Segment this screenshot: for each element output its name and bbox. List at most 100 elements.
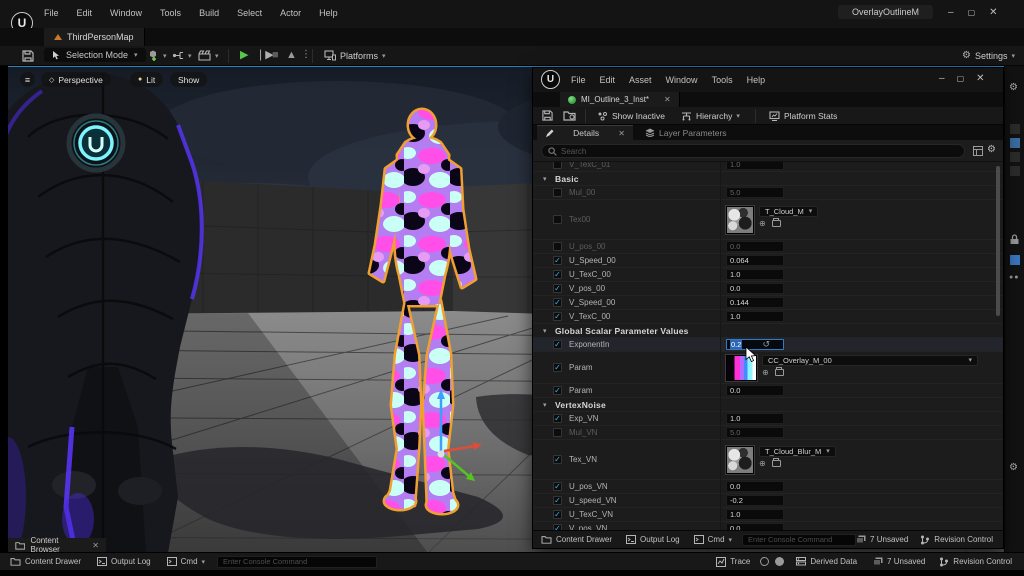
stop-button[interactable]: ■: [272, 50, 279, 61]
more-dots-icon[interactable]: ●●: [1009, 274, 1019, 281]
save-icon[interactable]: [542, 110, 553, 121]
menu-window[interactable]: Window: [110, 8, 142, 18]
browse-to-asset-icon[interactable]: [771, 217, 781, 227]
param-checkbox[interactable]: ✓: [553, 270, 562, 279]
param-checkbox[interactable]: ✓: [553, 482, 562, 491]
close-tab-icon[interactable]: ✕: [92, 541, 99, 550]
search-box[interactable]: [541, 144, 965, 158]
browse-to-asset-icon[interactable]: [563, 110, 576, 121]
show-inactive-button[interactable]: Show Inactive: [597, 111, 665, 121]
viewport-options-menu[interactable]: ≡: [20, 72, 35, 87]
viewport-lit-dropdown[interactable]: ● Lit: [130, 72, 164, 87]
console-command-input[interactable]: [742, 533, 857, 546]
maximize-button[interactable]: ▢: [957, 74, 965, 83]
param-value-input[interactable]: 1.0: [726, 413, 784, 424]
selection-mode-dropdown[interactable]: Selection Mode ▾: [44, 48, 146, 62]
search-input[interactable]: [561, 146, 958, 156]
platforms-dropdown[interactable]: Platforms ▾: [324, 50, 386, 61]
texture-thumbnail[interactable]: [725, 444, 755, 475]
collapse-arrow-icon[interactable]: ▾: [543, 401, 547, 409]
gear-icon[interactable]: ⚙: [1009, 82, 1018, 93]
console-command-input[interactable]: [217, 555, 378, 568]
tab-details[interactable]: Details ✕: [537, 125, 633, 140]
collapse-arrow-icon[interactable]: ▾: [543, 327, 547, 335]
tab-mi-outline-3-inst[interactable]: MI_Outline_3_Inst* ✕: [560, 92, 680, 107]
browse-to-asset-icon[interactable]: [774, 366, 784, 376]
param-checkbox[interactable]: ✓: [553, 496, 562, 505]
column-divider[interactable]: [720, 162, 721, 530]
output-log-button[interactable]: Output Log: [626, 535, 680, 544]
param-checkbox[interactable]: ✓: [553, 414, 562, 423]
menu-help[interactable]: Help: [319, 8, 338, 18]
param-value-input[interactable]: 5.0: [726, 427, 784, 438]
insights-icon[interactable]: [760, 557, 770, 566]
sidebar-tab[interactable]: [1010, 152, 1020, 162]
menu-tools[interactable]: Tools: [160, 8, 181, 18]
view-options-icon[interactable]: [973, 146, 983, 156]
collapse-arrow-icon[interactable]: ▾: [543, 175, 547, 183]
browse-to-asset-icon[interactable]: [771, 457, 781, 467]
param-checkbox[interactable]: ✓: [553, 363, 562, 372]
param-checkbox[interactable]: ✓: [553, 284, 562, 293]
content-drawer-button[interactable]: Content Drawer: [10, 557, 81, 566]
param-checkbox[interactable]: ✓: [553, 312, 562, 321]
param-checkbox[interactable]: ✓: [553, 340, 562, 349]
details-scrollbar[interactable]: [996, 166, 1000, 316]
sidebar-tab-active[interactable]: [1010, 138, 1020, 148]
menu-help[interactable]: Help: [747, 75, 766, 85]
param-value-input[interactable]: 0.144: [726, 297, 784, 308]
viewport-show-dropdown[interactable]: Show: [170, 72, 208, 87]
color-swatch[interactable]: [1009, 254, 1021, 266]
texture-thumbnail[interactable]: [725, 204, 755, 235]
tab-content-browser[interactable]: Content Browser ✕: [8, 536, 106, 554]
minimize-button[interactable]: –: [939, 73, 945, 84]
menu-file[interactable]: File: [44, 8, 59, 18]
unsaved-button[interactable]: 7 Unsaved: [873, 557, 925, 566]
platform-stats-button[interactable]: Platform Stats: [769, 111, 837, 121]
cmd-dropdown[interactable]: Cmd ▾: [693, 535, 732, 544]
param-checkbox[interactable]: ✓: [553, 386, 562, 395]
lock-icon[interactable]: [1009, 234, 1020, 245]
trace-button[interactable]: Trace: [716, 556, 750, 567]
sidebar-tab[interactable]: [1010, 166, 1020, 176]
menu-file[interactable]: File: [571, 75, 586, 85]
param-value-input[interactable]: 0.2: [726, 339, 784, 350]
param-checkbox[interactable]: ✓: [553, 256, 562, 265]
param-checkbox[interactable]: ✓: [553, 510, 562, 519]
revision-control-button[interactable]: Revision Control: [939, 557, 1012, 567]
param-value-input[interactable]: 0.0: [726, 241, 784, 252]
param-value-input[interactable]: 1.0: [726, 162, 784, 170]
content-drawer-button[interactable]: Content Drawer: [541, 535, 612, 544]
param-value-input[interactable]: 0.0: [726, 523, 784, 530]
add-actor-button[interactable]: ▾: [146, 50, 167, 62]
menu-actor[interactable]: Actor: [280, 8, 301, 18]
eject-button[interactable]: ▲: [286, 50, 297, 61]
param-value-input[interactable]: 1.0: [726, 311, 784, 322]
close-button[interactable]: ✕: [989, 7, 997, 18]
play-button[interactable]: ▶: [240, 50, 248, 61]
use-selected-asset-icon[interactable]: ⊕: [759, 219, 766, 228]
minimize-button[interactable]: –: [948, 7, 954, 18]
revision-control-button[interactable]: Revision Control: [920, 535, 993, 545]
close-button[interactable]: ✕: [976, 73, 984, 84]
settings-dropdown[interactable]: ⚙ Settings ▾: [962, 50, 1015, 61]
param-value-input[interactable]: 0.064: [726, 255, 784, 266]
tab-layer-parameters[interactable]: Layer Parameters: [637, 125, 735, 140]
tab-thirdpersonmap[interactable]: ThirdPersonMap: [44, 28, 145, 46]
menu-window[interactable]: Window: [666, 75, 698, 85]
param-value-input[interactable]: 0.0: [726, 283, 784, 294]
details-settings-gear-icon[interactable]: ⚙: [987, 144, 996, 155]
gear-icon[interactable]: ⚙: [1009, 462, 1018, 473]
menu-tools[interactable]: Tools: [712, 75, 733, 85]
param-value-input[interactable]: 0.0: [726, 481, 784, 492]
asset-select-dropdown[interactable]: CC_Overlay_M_00 ▾: [762, 354, 978, 366]
derived-data-button[interactable]: Derived Data: [796, 556, 857, 567]
param-checkbox[interactable]: ✓: [553, 455, 562, 464]
asset-select-dropdown[interactable]: T_Cloud_Blur_M ▾: [759, 445, 836, 457]
param-value-input[interactable]: 5.0: [726, 187, 784, 198]
use-selected-asset-icon[interactable]: ⊕: [762, 368, 769, 377]
param-checkbox[interactable]: [553, 162, 562, 169]
param-value-input[interactable]: -0.2: [726, 495, 784, 506]
unsaved-button[interactable]: 7 Unsaved: [856, 535, 908, 544]
profiler-icon[interactable]: [775, 557, 785, 566]
